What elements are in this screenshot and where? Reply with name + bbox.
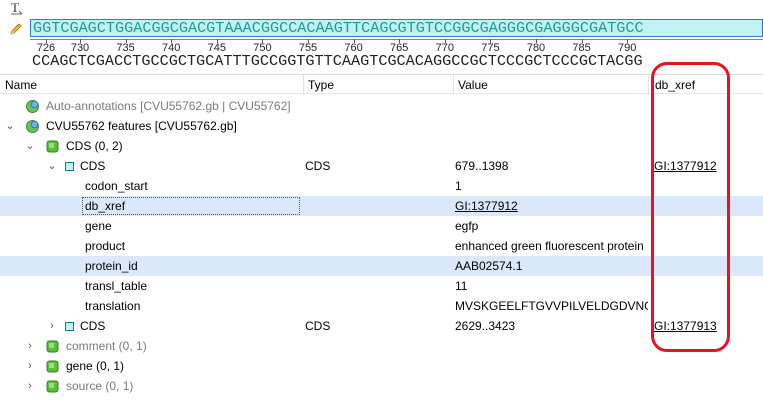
cds-type: CDS <box>305 319 331 333</box>
tree-row-cds-2[interactable]: › CDS CDS 2629..3423 GI:1377913 <box>0 316 763 336</box>
qualifier-name: codon_start <box>85 179 148 193</box>
qualifier-value-link[interactable]: GI:1377912 <box>453 196 648 216</box>
chevron-right-icon[interactable]: › <box>24 376 36 396</box>
auto-annotations-label: Auto-annotations [CVU55762.gb | CVU55762… <box>46 99 291 113</box>
feature-group-icon <box>46 360 59 373</box>
qualifier-name: transl_table <box>85 279 148 293</box>
tree-row-features[interactable]: ⌄ CVU55762 features [CVU55762.gb] <box>0 116 763 136</box>
annotation-globe-icon <box>26 120 39 133</box>
source-group-label: source (0, 1) <box>66 379 134 393</box>
cds-location: 679..1398 <box>455 159 509 173</box>
qualifier-value: 1 <box>455 179 462 193</box>
comment-group-label: comment (0, 1) <box>66 339 147 353</box>
cds-type: CDS <box>305 159 331 173</box>
tree-row-comment[interactable]: › comment (0, 1) <box>0 336 763 356</box>
value-column-header[interactable]: Value <box>453 75 488 95</box>
forward-sequence-text: GGTCGAGCTGGACGGCGACGTAAACGGCCACAAGTTCAGC… <box>33 19 644 37</box>
features-label: CVU55762 features [CVU55762.gb] <box>46 119 237 133</box>
column-separator[interactable] <box>648 75 649 95</box>
chevron-down-icon[interactable]: ⌄ <box>46 156 58 176</box>
cds-group-label: CDS (0, 2) <box>66 139 123 153</box>
chevron-right-icon[interactable]: › <box>24 356 36 376</box>
qualifier-row-selected[interactable]: db_xref GI:1377912 <box>0 196 763 216</box>
qualifier-value: egfp <box>455 219 479 233</box>
text-tool-icon[interactable]: T <box>8 0 24 16</box>
cds-name: CDS <box>80 319 106 333</box>
tree-row-source[interactable]: › source (0, 1) <box>0 376 763 396</box>
qualifier-name: db_xref <box>85 199 126 213</box>
ruler-line <box>30 39 763 40</box>
qualifier-name: gene <box>85 219 112 233</box>
chevron-down-icon[interactable]: ⌄ <box>4 116 16 136</box>
name-column-header[interactable]: Name <box>0 75 37 95</box>
qualifier-value: 11 <box>455 279 468 293</box>
cds-name: CDS <box>80 159 106 173</box>
annotation-globe-icon <box>26 100 39 113</box>
type-column-header[interactable]: Type <box>303 75 334 95</box>
qualifier-name: protein_id <box>85 259 138 273</box>
chevron-right-icon[interactable]: › <box>24 336 36 356</box>
highlight-annotation <box>651 62 730 352</box>
qualifier-name: translation <box>85 299 141 313</box>
feature-group-icon <box>46 140 59 153</box>
chevron-down-icon[interactable]: ⌄ <box>24 136 36 156</box>
qualifier-name: product <box>85 239 126 253</box>
qualifier-value: AAB02574.1 <box>455 259 523 273</box>
gene-group-label: gene (0, 1) <box>66 359 125 373</box>
tree-row-gene[interactable]: › gene (0, 1) <box>0 356 763 376</box>
sequence-view: T GGTCGAGCTGGACGGCGACGTAAACGGCCACAAGTTCA… <box>0 0 763 74</box>
qualifier-row[interactable]: translation MVSKGEELFTGVVPILVELDGDVNGH..… <box>0 296 763 316</box>
tree-row-auto-annotations[interactable]: Auto-annotations [CVU55762.gb | CVU55762… <box>0 96 763 116</box>
tree-row-cds-group[interactable]: ⌄ CDS (0, 2) <box>0 136 763 156</box>
tree-row-cds-1[interactable]: ⌄ CDS CDS 679..1398 GI:1377912 <box>0 156 763 176</box>
chevron-right-icon[interactable]: › <box>46 316 58 336</box>
feature-group-icon <box>46 340 59 353</box>
qualifier-row[interactable]: codon_start 1 <box>0 176 763 196</box>
cds-location: 2629..3423 <box>455 319 516 333</box>
forward-strand[interactable]: GGTCGAGCTGGACGGCGACGTAAACGGCCACAAGTTCAGC… <box>30 19 763 37</box>
qualifier-row-alt[interactable]: protein_id AAB02574.1 <box>0 256 763 276</box>
qualifier-value: MVSKGEELFTGVVPILVELDGDVNGH... <box>455 299 648 313</box>
svg-text:T: T <box>11 0 19 15</box>
qualifier-row[interactable]: product enhanced green fluorescent prote… <box>0 236 763 256</box>
qualifier-row[interactable]: transl_table 11 <box>0 276 763 296</box>
pencil-icon[interactable] <box>8 21 24 37</box>
feature-group-icon <box>46 380 59 393</box>
feature-square-icon <box>65 322 74 331</box>
qualifier-row[interactable]: gene egfp <box>0 216 763 236</box>
column-header: Name Type Value db_xref <box>0 74 763 95</box>
feature-square-icon <box>65 162 74 171</box>
position-ruler: 726 730 735 740 745 750 755 760 765 770 775 780 785 7… <box>0 39 763 54</box>
qualifier-value: enhanced green fluorescent protein <box>455 239 644 253</box>
complement-sequence-text: CCAGCTCGACCTGCCGCTGCATTTGCCGGTGTTCAAGTCG… <box>32 52 643 70</box>
